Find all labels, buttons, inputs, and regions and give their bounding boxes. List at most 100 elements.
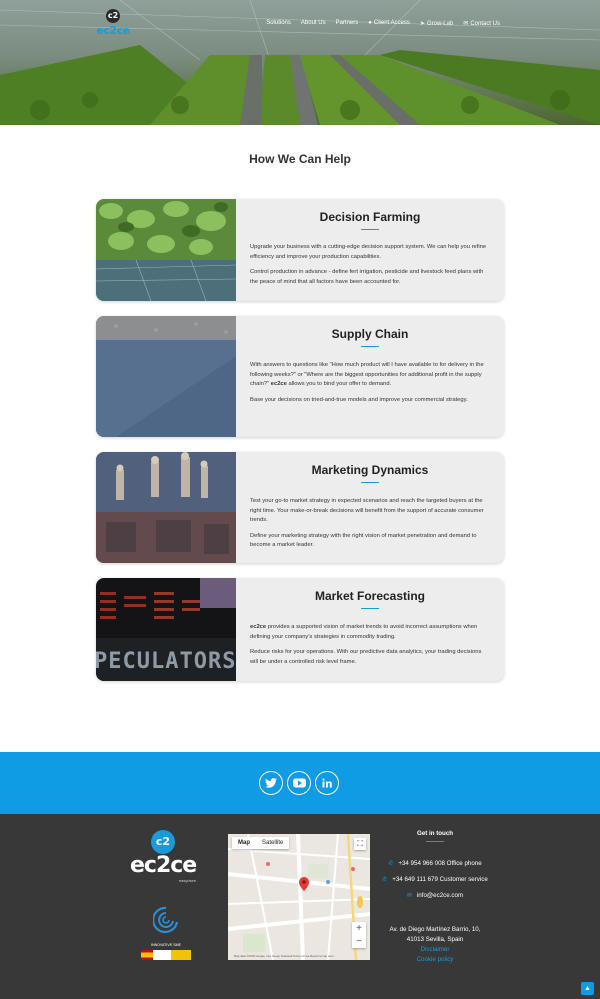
address-line: Av. de Diego Martínez Barrio, 10, bbox=[389, 926, 481, 933]
site-logo[interactable]: c2 ec2ce bbox=[96, 9, 130, 37]
footer: c2 ec2ce easyrisee INNOVATIVE SME Map Sa… bbox=[0, 814, 600, 999]
logo-wordmark: ec2ce bbox=[96, 24, 130, 37]
footer-logo-word: ec2ce bbox=[130, 853, 197, 878]
main-nav: Solutions About Us Partners ● Client Acce… bbox=[266, 20, 500, 27]
nav-client-access[interactable]: ● Client Access bbox=[368, 20, 410, 27]
email-text: info@ec2ce.com bbox=[416, 892, 464, 899]
chevron-up-icon: ▲ bbox=[584, 985, 591, 992]
map-zoom-control: + − bbox=[352, 922, 366, 948]
address: Av. de Diego Martínez Barrio, 10, 41013 … bbox=[370, 925, 500, 945]
nav-solutions[interactable]: Solutions bbox=[266, 20, 291, 27]
card-paragraph: Base your decisions on tried-and-true mo… bbox=[250, 396, 468, 403]
email-link[interactable]: ✉ info@ec2ce.com bbox=[370, 892, 500, 899]
title-underline bbox=[361, 346, 379, 347]
title-underline bbox=[426, 841, 444, 842]
phone-icon: ✆ bbox=[388, 861, 394, 867]
footer-logo-tagline: easyrisee bbox=[178, 878, 196, 883]
card-body: Market Forecasting ec2ce provides a supp… bbox=[236, 578, 504, 681]
back-to-top-button[interactable]: ▲ bbox=[581, 982, 594, 995]
card-title: Marketing Dynamics bbox=[311, 463, 429, 477]
card-body: Supply Chain With answers to questions l… bbox=[236, 316, 504, 437]
sme-label: INNOVATIVE SME bbox=[150, 943, 182, 947]
phone-icon: ✆ bbox=[382, 877, 388, 883]
customer-service-phone[interactable]: ✆ +34 649 111 679 Customer service bbox=[370, 876, 500, 883]
linkedin-link[interactable] bbox=[315, 771, 339, 795]
disclaimer-link[interactable]: Disclaimer bbox=[370, 945, 500, 955]
nav-label: Contact Us bbox=[470, 21, 500, 27]
map-type-tabs: Map Satellite bbox=[232, 837, 290, 849]
mail-icon: ✉ bbox=[406, 893, 412, 899]
text-span: allows you to bind your offer to demand. bbox=[286, 381, 392, 388]
title-underline bbox=[361, 482, 379, 483]
card-market-forecasting: PECULATORS Market Forecasting ec2ce prov… bbox=[96, 578, 504, 681]
nav-about-us[interactable]: About Us bbox=[301, 20, 326, 27]
youtube-link[interactable] bbox=[287, 771, 311, 795]
card-paragraph: Define your marketing strategy with the … bbox=[250, 532, 477, 549]
card-image-ticker: PECULATORS bbox=[96, 578, 236, 681]
nav-label: Solutions bbox=[266, 20, 291, 26]
mail-icon: ✉ bbox=[463, 21, 469, 27]
social-icons bbox=[259, 771, 339, 795]
ticker-text: PECULATORS bbox=[96, 649, 236, 674]
nav-label: Partners bbox=[335, 20, 359, 26]
twitter-icon bbox=[265, 778, 277, 788]
card-title: Market Forecasting bbox=[314, 589, 426, 603]
innovative-sme-badge: INNOVATIVE SME bbox=[140, 906, 192, 960]
card-marketing-dynamics: Marketing Dynamics Test your go-to marke… bbox=[96, 452, 504, 563]
card-body: Decision Farming Upgrade your business w… bbox=[236, 199, 504, 301]
zoom-out-button[interactable]: − bbox=[352, 935, 366, 948]
card-paragraph: Upgrade your business with a cutting-edg… bbox=[250, 244, 487, 260]
title-underline bbox=[361, 608, 379, 609]
twitter-link[interactable] bbox=[259, 771, 283, 795]
nav-label: About Us bbox=[300, 20, 326, 26]
customer-service-text: +34 649 111 679 Customer service bbox=[392, 876, 488, 883]
user-icon: ● bbox=[368, 20, 372, 26]
youtube-icon bbox=[292, 778, 306, 788]
nav-contact-us[interactable]: ✉ Contact Us bbox=[463, 20, 500, 27]
footer-logo[interactable]: c2 ec2ce easyrisee bbox=[130, 830, 197, 883]
spain-flag-strip bbox=[141, 950, 191, 960]
card-body: Marketing Dynamics Test your go-to marke… bbox=[236, 452, 504, 563]
social-band bbox=[0, 752, 600, 814]
card-image-supply bbox=[96, 316, 236, 437]
linkedin-icon bbox=[322, 778, 332, 788]
nav-grow-lab[interactable]: ➤ Grow-Lab bbox=[420, 20, 453, 27]
card-paragraph: Test your go-to market strategy in expec… bbox=[250, 498, 484, 524]
text-span: provides a supported vision of market tr… bbox=[250, 624, 478, 640]
brand-bold: ec2ce bbox=[250, 624, 267, 630]
fullscreen-icon[interactable]: ⛶ bbox=[354, 838, 366, 850]
section-title: How We Can Help bbox=[249, 152, 351, 166]
logo-mark: c2 bbox=[106, 9, 120, 23]
rocket-icon: ➤ bbox=[419, 21, 425, 27]
sme-seal-icon bbox=[152, 906, 179, 934]
title-underline bbox=[361, 229, 379, 230]
map-tab[interactable]: Map bbox=[232, 837, 256, 849]
nav-label: Grow-Lab bbox=[426, 21, 454, 27]
office-phone-text: +34 954 966 008 Office phone bbox=[398, 860, 482, 867]
brand-bold: ec2ce bbox=[270, 381, 287, 388]
card-image-plants bbox=[96, 199, 236, 301]
hero-banner: c2 ec2ce Solutions About Us Partners ● Cl… bbox=[0, 0, 600, 125]
address-line: 41013 Sevilla, Spain bbox=[406, 936, 464, 943]
nav-label: Client Access bbox=[373, 20, 410, 26]
card-paragraph: Control production in advance - define f… bbox=[250, 269, 484, 285]
google-map[interactable]: Map Satellite ⛶ + − Map data ©2019 Googl… bbox=[228, 834, 370, 960]
satellite-tab[interactable]: Satellite bbox=[256, 837, 289, 849]
map-tiles bbox=[228, 834, 370, 960]
contact-title: Get in touch bbox=[416, 830, 454, 837]
cookie-policy-link[interactable]: Cookie policy bbox=[370, 955, 500, 965]
card-decision-farming: Decision Farming Upgrade your business w… bbox=[96, 199, 504, 301]
map-attribution: Map data ©2019 Google, Inst. Geogr. Naci… bbox=[234, 954, 334, 958]
card-supply-chain: Supply Chain With answers to questions l… bbox=[96, 316, 504, 437]
zoom-in-button[interactable]: + bbox=[352, 922, 366, 935]
card-image-market bbox=[96, 452, 236, 563]
card-paragraph: ec2ce provides a supported vision of mar… bbox=[250, 623, 490, 642]
nav-partners[interactable]: Partners bbox=[336, 20, 359, 27]
office-phone[interactable]: ✆ +34 954 966 008 Office phone bbox=[370, 860, 500, 867]
footer-logo-mark: c2 bbox=[151, 830, 175, 854]
card-paragraph: Reduce risks for your operations. With o… bbox=[250, 649, 482, 665]
card-paragraph: With answers to questions like "How much… bbox=[250, 361, 490, 390]
contact-block: Get in touch ✆ +34 954 966 008 Office pho… bbox=[370, 830, 500, 965]
greenhouse-image bbox=[0, 0, 600, 125]
card-title: Decision Farming bbox=[319, 210, 421, 224]
